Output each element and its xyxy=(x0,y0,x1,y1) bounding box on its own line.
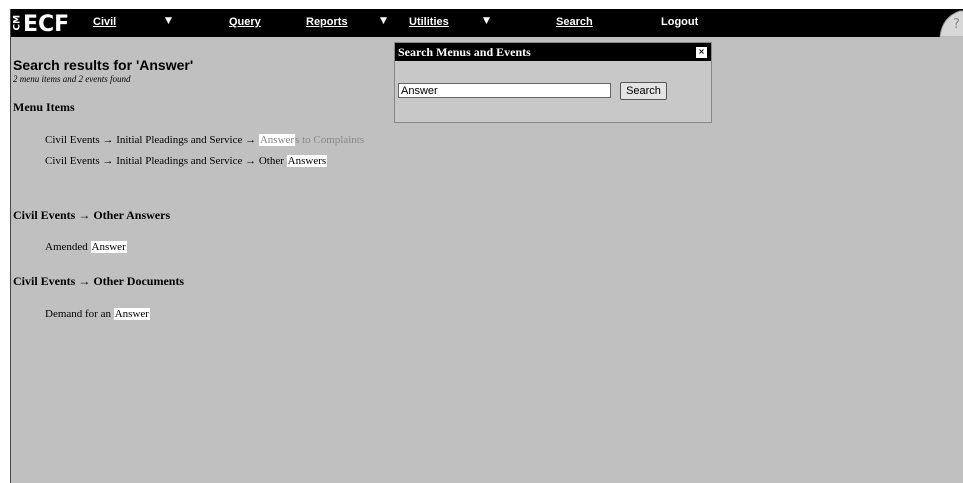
event-prefix: Demand for an xyxy=(45,308,114,320)
search-button[interactable]: Search xyxy=(620,82,667,100)
nav-search[interactable]: Search xyxy=(556,16,593,28)
search-input[interactable] xyxy=(398,83,611,98)
nav-search-label: Search xyxy=(556,16,593,28)
help-icon[interactable]: ? xyxy=(936,9,963,38)
logo-ecf-text: ECF xyxy=(23,11,70,37)
dialog-title-bar[interactable]: Search Menus and Events × xyxy=(395,43,711,61)
utilities-dropdown-arrow-icon[interactable]: ▼ xyxy=(483,16,490,26)
match-highlight: Answer xyxy=(113,308,150,320)
event-result[interactable]: Amended Answer xyxy=(45,241,127,253)
menu-item-path: Civil Events → Initial Pleadings and Ser… xyxy=(45,134,259,146)
dialog-title: Search Menus and Events xyxy=(398,45,531,59)
app-frame: CM ECF Civil ▼ Query Reports ▼ Utilities… xyxy=(10,9,963,483)
nav-reports-label: Reports xyxy=(306,16,348,28)
close-icon[interactable]: × xyxy=(696,47,707,58)
menu-item-result[interactable]: Civil Events → Initial Pleadings and Ser… xyxy=(45,134,364,146)
svg-text:?: ? xyxy=(953,17,960,32)
event-prefix: Amended xyxy=(45,241,91,253)
menu-items-heading: Menu Items xyxy=(13,100,75,114)
nav-civil-label: Civil xyxy=(93,16,117,28)
menu-item-result[interactable]: Civil Events → Initial Pleadings and Ser… xyxy=(45,155,328,167)
results-summary: 2 menu items and 2 events found xyxy=(13,74,131,84)
page-title: Search results for 'Answer' xyxy=(13,57,194,73)
menu-item-path: Civil Events → Initial Pleadings and Ser… xyxy=(45,155,287,167)
nav-utilities[interactable]: Utilities xyxy=(409,16,449,28)
match-highlight: Answer xyxy=(90,241,127,253)
search-menus-events-dialog: Search Menus and Events × Search xyxy=(394,42,712,123)
nav-logout[interactable]: Logout xyxy=(661,16,698,28)
match-highlight: Answers xyxy=(286,155,328,167)
match-highlight: Answer xyxy=(258,134,296,146)
nav-utilities-label: Utilities xyxy=(409,16,449,28)
nav-civil[interactable]: Civil xyxy=(93,16,116,28)
nav-query-label: Query xyxy=(229,16,261,28)
nav-logout-label: Logout xyxy=(661,16,699,28)
event-group-heading: Civil Events → Other Answers xyxy=(13,208,171,222)
nav-reports[interactable]: Reports xyxy=(306,16,348,28)
menu-item-suffix: s to Complaints xyxy=(295,134,365,146)
top-menu-bar: CM ECF Civil ▼ Query Reports ▼ Utilities… xyxy=(11,9,963,38)
event-result[interactable]: Demand for an Answer xyxy=(45,308,150,320)
event-group-heading: Civil Events → Other Documents xyxy=(13,274,185,288)
logo-cm-text: CM xyxy=(12,14,23,30)
reports-dropdown-arrow-icon[interactable]: ▼ xyxy=(380,16,387,26)
cmecf-logo: CM ECF xyxy=(11,11,70,37)
nav-query[interactable]: Query xyxy=(229,16,261,28)
civil-dropdown-arrow-icon[interactable]: ▼ xyxy=(165,16,172,26)
